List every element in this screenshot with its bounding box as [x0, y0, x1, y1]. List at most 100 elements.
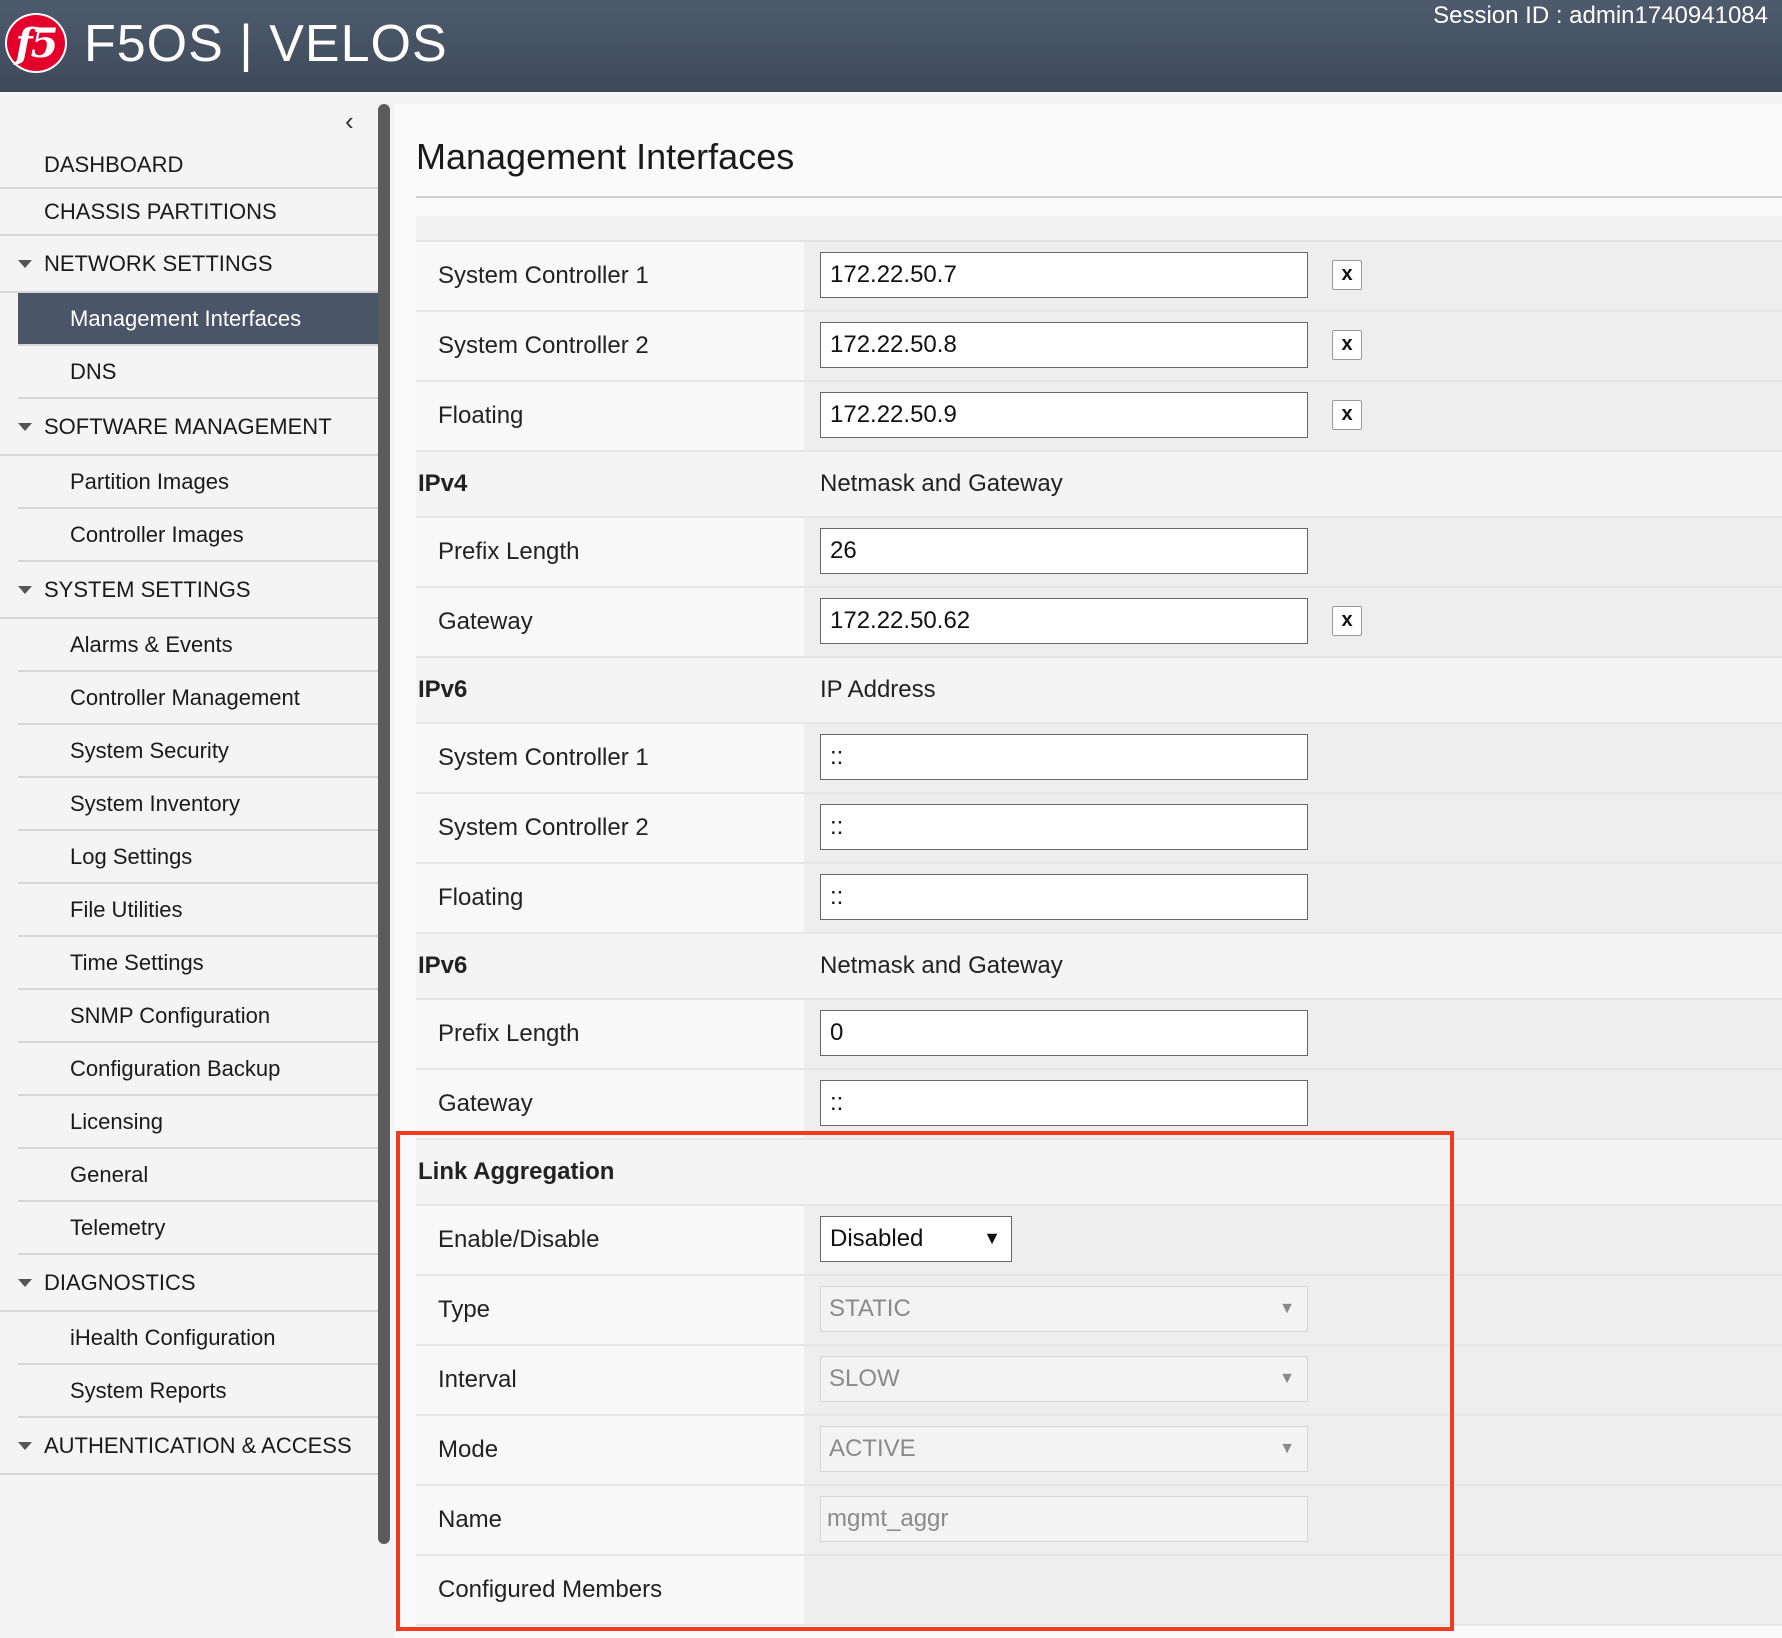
sidebar-item-label: Partition Images — [70, 468, 229, 494]
sidebar-item-label: Configuration Backup — [70, 1055, 281, 1081]
caret-down-icon — [18, 1278, 32, 1287]
lag-type-row: Type STATIC ▼ — [416, 1276, 1782, 1346]
sidebar-item-label: General — [70, 1161, 149, 1187]
sidebar-item-label: System Inventory — [70, 790, 240, 816]
section-subheading: IP Address — [820, 676, 936, 703]
ipv4-netmask-header: IPv4 Netmask and Gateway — [416, 452, 1782, 518]
sidebar-item-label: CHASSIS PARTITIONS — [44, 198, 277, 224]
section-heading: IPv6 — [418, 676, 468, 703]
ipv4-prefix-input[interactable] — [820, 528, 1308, 574]
field-label: Floating — [438, 884, 524, 911]
clear-ipv4-sc1-button[interactable]: x — [1332, 260, 1362, 290]
field-label: System Controller 1 — [438, 744, 649, 771]
sidebar-item-chassis-partitions[interactable]: CHASSIS PARTITIONS — [0, 189, 378, 236]
sidebar-item-configuration-backup[interactable]: Configuration Backup — [18, 1043, 378, 1096]
sidebar-item-alarms-events[interactable]: Alarms & Events — [18, 619, 378, 672]
sidebar-item-label: Controller Management — [70, 684, 300, 710]
sidebar-item-network-settings[interactable]: NETWORK SETTINGS — [0, 236, 378, 293]
sidebar-item-snmp-configuration[interactable]: SNMP Configuration — [18, 990, 378, 1043]
sidebar-item-label: File Utilities — [70, 896, 183, 922]
ipv4-sc2-input[interactable] — [820, 322, 1308, 368]
ipv4-gateway-row: Gateway x — [416, 588, 1782, 658]
sidebar-item-system-security[interactable]: System Security — [18, 725, 378, 778]
dropdown-arrow-icon: ▼ — [1279, 1300, 1295, 1317]
sidebar-item-controller-images[interactable]: Controller Images — [18, 509, 378, 562]
sidebar: ‹ DASHBOARD CHASSIS PARTITIONS NETWORK SET… — [0, 92, 378, 1638]
sidebar-item-management-interfaces[interactable]: Management Interfaces — [18, 293, 378, 346]
ipv6-sc1-input[interactable] — [820, 734, 1308, 780]
lag-name-row: Name — [416, 1486, 1782, 1556]
sidebar-item-licensing[interactable]: Licensing — [18, 1096, 378, 1149]
ipv4-floating-row: Floating x — [416, 382, 1782, 452]
sidebar-item-file-utilities[interactable]: File Utilities — [18, 884, 378, 937]
ipv6-gateway-row: Gateway — [416, 1070, 1782, 1140]
f5-logo[interactable]: f5 — [5, 13, 67, 73]
sidebar-item-label: System Reports — [70, 1377, 227, 1403]
sidebar-item-telemetry[interactable]: Telemetry — [18, 1202, 378, 1255]
lag-interval-row: Interval SLOW ▼ — [416, 1346, 1782, 1416]
sidebar-scrollbar[interactable] — [378, 104, 390, 1544]
field-label: Floating — [438, 402, 524, 429]
ipv6-floating-input[interactable] — [820, 874, 1308, 920]
ipv6-gateway-input[interactable] — [820, 1080, 1308, 1126]
ipv4-sc1-input[interactable] — [820, 252, 1308, 298]
sidebar-item-system-settings[interactable]: SYSTEM SETTINGS — [0, 562, 378, 619]
sidebar-item-diagnostics[interactable]: DIAGNOSTICS — [0, 1255, 378, 1312]
ipv4-address-header — [416, 216, 1782, 242]
chevron-left-icon[interactable]: ‹ — [345, 106, 354, 137]
sidebar-item-label: Licensing — [70, 1108, 163, 1134]
ipv4-gateway-input[interactable] — [820, 598, 1308, 644]
sidebar-item-log-settings[interactable]: Log Settings — [18, 831, 378, 884]
dropdown-arrow-icon: ▼ — [1279, 1370, 1295, 1387]
field-label: Enable/Disable — [438, 1226, 600, 1253]
section-heading: IPv4 — [418, 470, 468, 497]
lag-type-select: STATIC ▼ — [820, 1286, 1308, 1332]
field-label: Prefix Length — [438, 1020, 580, 1047]
sidebar-item-general[interactable]: General — [18, 1149, 378, 1202]
sidebar-item-dns[interactable]: DNS — [18, 346, 378, 399]
sidebar-item-software-management[interactable]: SOFTWARE MANAGEMENT — [0, 399, 378, 456]
ipv6-sc2-row: System Controller 2 — [416, 794, 1782, 864]
sidebar-item-time-settings[interactable]: Time Settings — [18, 937, 378, 990]
sidebar-item-label: SOFTWARE MANAGEMENT — [44, 413, 332, 439]
sidebar-item-label: Controller Images — [70, 521, 244, 547]
sidebar-item-partition-images[interactable]: Partition Images — [18, 456, 378, 509]
field-label: Prefix Length — [438, 538, 580, 565]
lag-members-row: Configured Members — [416, 1556, 1782, 1626]
sidebar-item-ihealth-configuration[interactable]: iHealth Configuration — [18, 1312, 378, 1365]
sidebar-item-system-reports[interactable]: System Reports — [18, 1365, 378, 1418]
page-title: Management Interfaces — [416, 136, 795, 177]
sidebar-item-dashboard[interactable]: DASHBOARD — [0, 142, 378, 189]
clear-ipv4-floating-button[interactable]: x — [1332, 400, 1362, 430]
ipv4-prefix-row: Prefix Length — [416, 518, 1782, 588]
ipv4-sc2-row: System Controller 2 x — [416, 312, 1782, 382]
sidebar-item-label: DIAGNOSTICS — [44, 1269, 196, 1295]
field-label: Name — [438, 1506, 503, 1533]
field-label: Configured Members — [438, 1576, 663, 1603]
ipv4-sc1-row: System Controller 1 x — [416, 242, 1782, 312]
clear-ipv4-gateway-button[interactable]: x — [1332, 606, 1362, 636]
sidebar-item-label: SYSTEM SETTINGS — [44, 576, 251, 602]
sidebar-item-label: DASHBOARD — [44, 151, 184, 177]
lag-mode-row: Mode ACTIVE ▼ — [416, 1416, 1782, 1486]
sidebar-item-controller-management[interactable]: Controller Management — [18, 672, 378, 725]
section-subheading: Netmask and Gateway — [820, 470, 1063, 497]
lag-enable-select[interactable]: Disabled ▼ — [820, 1216, 1012, 1262]
field-label: Mode — [438, 1436, 499, 1463]
ipv4-floating-input[interactable] — [820, 392, 1308, 438]
lag-interval-select: SLOW ▼ — [820, 1356, 1308, 1402]
sidebar-item-label: iHealth Configuration — [70, 1324, 276, 1350]
link-aggregation-header: Link Aggregation — [416, 1140, 1782, 1206]
lag-name-input — [820, 1496, 1308, 1542]
sidebar-item-authentication-access[interactable]: AUTHENTICATION & ACCESS — [0, 1418, 378, 1475]
sidebar-item-system-inventory[interactable]: System Inventory — [18, 778, 378, 831]
select-value: ACTIVE — [829, 1435, 916, 1462]
ipv6-sc2-input[interactable] — [820, 804, 1308, 850]
clear-ipv4-sc2-button[interactable]: x — [1332, 330, 1362, 360]
field-label: Type — [438, 1296, 491, 1323]
dropdown-arrow-icon: ▼ — [983, 1228, 1001, 1248]
app-header: f5 F5OS | VELOS Session ID : admin174094… — [0, 0, 1782, 92]
sidebar-item-label: DNS — [70, 358, 117, 384]
ipv6-prefix-input[interactable] — [820, 1010, 1308, 1056]
ipv6-prefix-row: Prefix Length — [416, 1000, 1782, 1070]
